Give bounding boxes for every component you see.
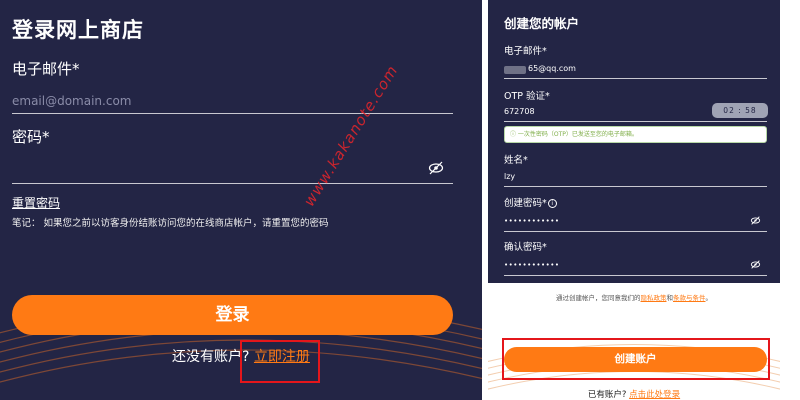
privacy-policy-link[interactable]: 隐私政策	[641, 294, 667, 302]
login-here-link[interactable]: 点击此处登录	[629, 390, 680, 400]
email-label: 电子邮件*	[12, 60, 80, 78]
login-button[interactable]: 登录	[12, 295, 453, 335]
terms-conditions-link[interactable]: 条款与条件	[673, 294, 706, 302]
eye-off-icon[interactable]	[750, 260, 761, 269]
create-password-input[interactable]: ••••••••••••	[504, 217, 560, 225]
login-prompt: 已有账户? 点击此处登录	[488, 388, 780, 400]
confirm-password-input[interactable]: ••••••••••••	[504, 261, 560, 269]
otp-input[interactable]: 672708	[504, 107, 535, 116]
otp-label: OTP 验证*	[504, 91, 550, 102]
otp-timer: 02 : 58	[712, 103, 768, 118]
terms-text: 通过创建帐户，您同意我们的隐私政策和条款与条件。	[488, 292, 780, 302]
reset-note: 笔记： 如果您之前以访客身份结账访问您的在线商店帐户，请重置您的密码	[12, 218, 329, 229]
info-icon[interactable]: i	[547, 199, 557, 208]
email-field[interactable]	[504, 78, 767, 79]
name-label: 姓名*	[504, 155, 528, 166]
terms-prefix: 通过创建帐户，您同意我们的	[556, 294, 641, 302]
login-panel: 登录网上商店 电子邮件* 密码* 重置密码 笔记： 如果您之前以访客身份结账访问…	[0, 0, 482, 400]
password-input[interactable]	[12, 183, 453, 184]
name-field-line	[504, 186, 767, 187]
eye-off-icon[interactable]	[428, 161, 444, 175]
reset-password-link[interactable]: 重置密码	[12, 194, 60, 211]
no-account-text: 还没有账户?	[172, 349, 250, 365]
highlight-box	[240, 340, 320, 383]
confirm-password-line	[504, 275, 767, 276]
confirm-password-label: 确认密码*	[504, 242, 547, 253]
login-title: 登录网上商店	[12, 18, 144, 42]
email-value[interactable]: 65@qq.com	[528, 64, 576, 73]
terms-suffix: 。	[705, 294, 713, 302]
email-label: 电子邮件*	[504, 46, 547, 57]
otp-field-line	[504, 121, 767, 122]
name-input[interactable]: lzy	[504, 172, 515, 181]
create-password-label: 创建密码* i	[504, 195, 557, 209]
create-password-line	[504, 231, 767, 232]
password-label: 密码*	[12, 128, 50, 146]
email-redacted	[504, 66, 526, 74]
register-panel: 创建您的帐户 电子邮件* 65@qq.com OTP 验证* 672708 02…	[488, 0, 780, 400]
create-password-label-text: 创建密码*	[504, 198, 547, 209]
register-title: 创建您的帐户	[504, 16, 580, 31]
otp-sent-notice: ⓘ 一次性密码（OTP）已发送至您的电子邮箱。	[504, 126, 767, 143]
have-account-text: 已有账户?	[587, 390, 627, 400]
eye-off-icon[interactable]	[750, 216, 761, 225]
highlight-box	[502, 338, 770, 380]
